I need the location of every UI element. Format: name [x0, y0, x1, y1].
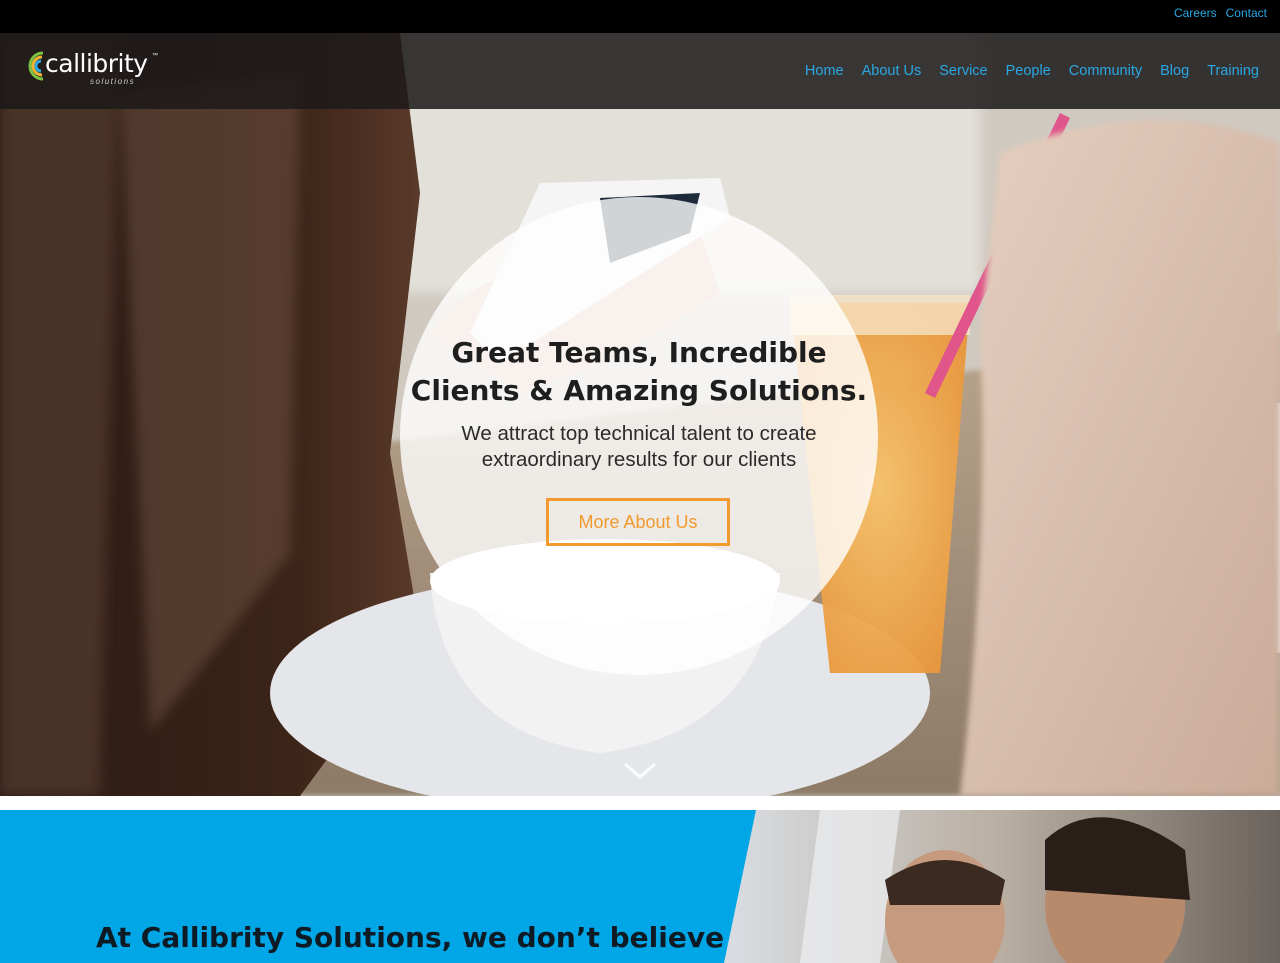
intro-section: At Callibrity Solutions, we don’t believ… — [0, 810, 1280, 963]
nav-item-service[interactable]: Service — [939, 62, 987, 80]
more-about-us-button[interactable]: More About Us — [546, 498, 730, 546]
callibrity-logo[interactable]: callibrity ™ solutions — [23, 49, 163, 93]
contact-link[interactable]: Contact — [1226, 6, 1267, 20]
primary-nav: Home About Us Service People Community B… — [805, 62, 1259, 80]
nav-item-community[interactable]: Community — [1069, 62, 1142, 80]
careers-link[interactable]: Careers — [1174, 6, 1217, 20]
brand-trademark: ™ — [152, 53, 158, 59]
brand-name: callibrity — [45, 49, 148, 78]
intro-headline: At Callibrity Solutions, we don’t believ… — [96, 921, 725, 954]
utility-bar: Careers Contact — [0, 0, 1280, 33]
brand-tagline: solutions — [90, 77, 136, 86]
hero-title: Great Teams, Incredible Clients & Amazin… — [410, 336, 868, 407]
nav-item-people[interactable]: People — [1006, 62, 1051, 80]
callibrity-logo-icon — [28, 51, 44, 81]
nav-item-about-us[interactable]: About Us — [862, 62, 922, 80]
nav-item-home[interactable]: Home — [805, 62, 844, 80]
main-navbar: callibrity ™ solutions Home About Us Ser… — [0, 33, 1280, 109]
nav-item-training[interactable]: Training — [1207, 62, 1259, 80]
utility-links: Careers Contact — [1174, 6, 1267, 20]
hero-subtitle: We attract top technical talent to creat… — [461, 422, 817, 471]
nav-item-blog[interactable]: Blog — [1160, 62, 1189, 80]
chevron-down-icon[interactable] — [622, 760, 658, 782]
